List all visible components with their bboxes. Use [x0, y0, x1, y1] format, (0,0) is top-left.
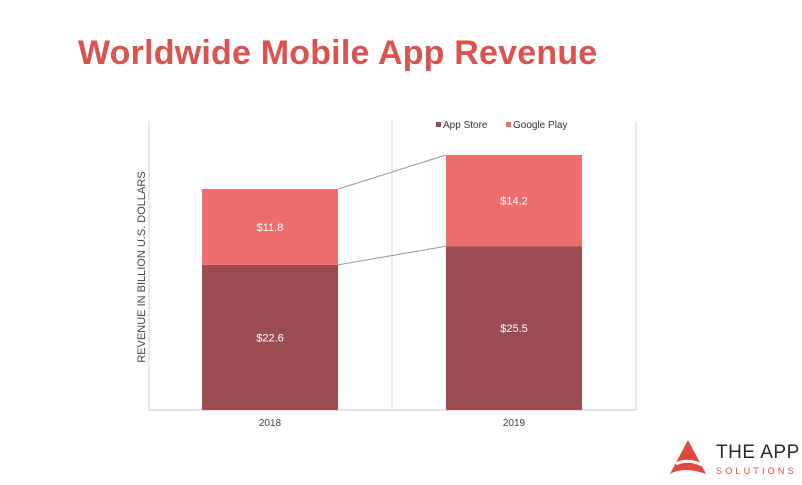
x-axis-tick-labels: 2018 2019 — [259, 418, 526, 429]
data-label-google-play-2019: $14.2 — [500, 196, 528, 208]
chart-legend: App Store Google Play — [436, 120, 567, 131]
data-label-app-store-2018: $22.6 — [256, 332, 284, 344]
brand-tagline: SOLUTIONS — [716, 466, 797, 476]
legend-label-app-store: App Store — [443, 120, 488, 131]
stacked-bar-chart: $22.6 $11.8 $25.5 $14.2 2018 2019 App Store G… — [136, 120, 637, 429]
legend-swatch-google-play — [506, 122, 511, 127]
brand-name: THE APP — [716, 442, 800, 463]
logo-triangle-icon — [670, 440, 706, 480]
data-label-google-play-2018: $11.8 — [257, 222, 284, 234]
y-axis-label: REVENUE IN BILLION U.S. DOLLARS — [136, 171, 148, 362]
legend-label-google-play: Google Play — [513, 120, 567, 131]
brand-logo: THE APP SOLUTIONS — [668, 438, 802, 482]
x-tick-2019: 2019 — [503, 418, 526, 429]
legend-swatch-app-store — [436, 122, 441, 127]
x-tick-2018: 2018 — [259, 418, 282, 429]
data-label-app-store-2019: $25.5 — [500, 323, 528, 335]
